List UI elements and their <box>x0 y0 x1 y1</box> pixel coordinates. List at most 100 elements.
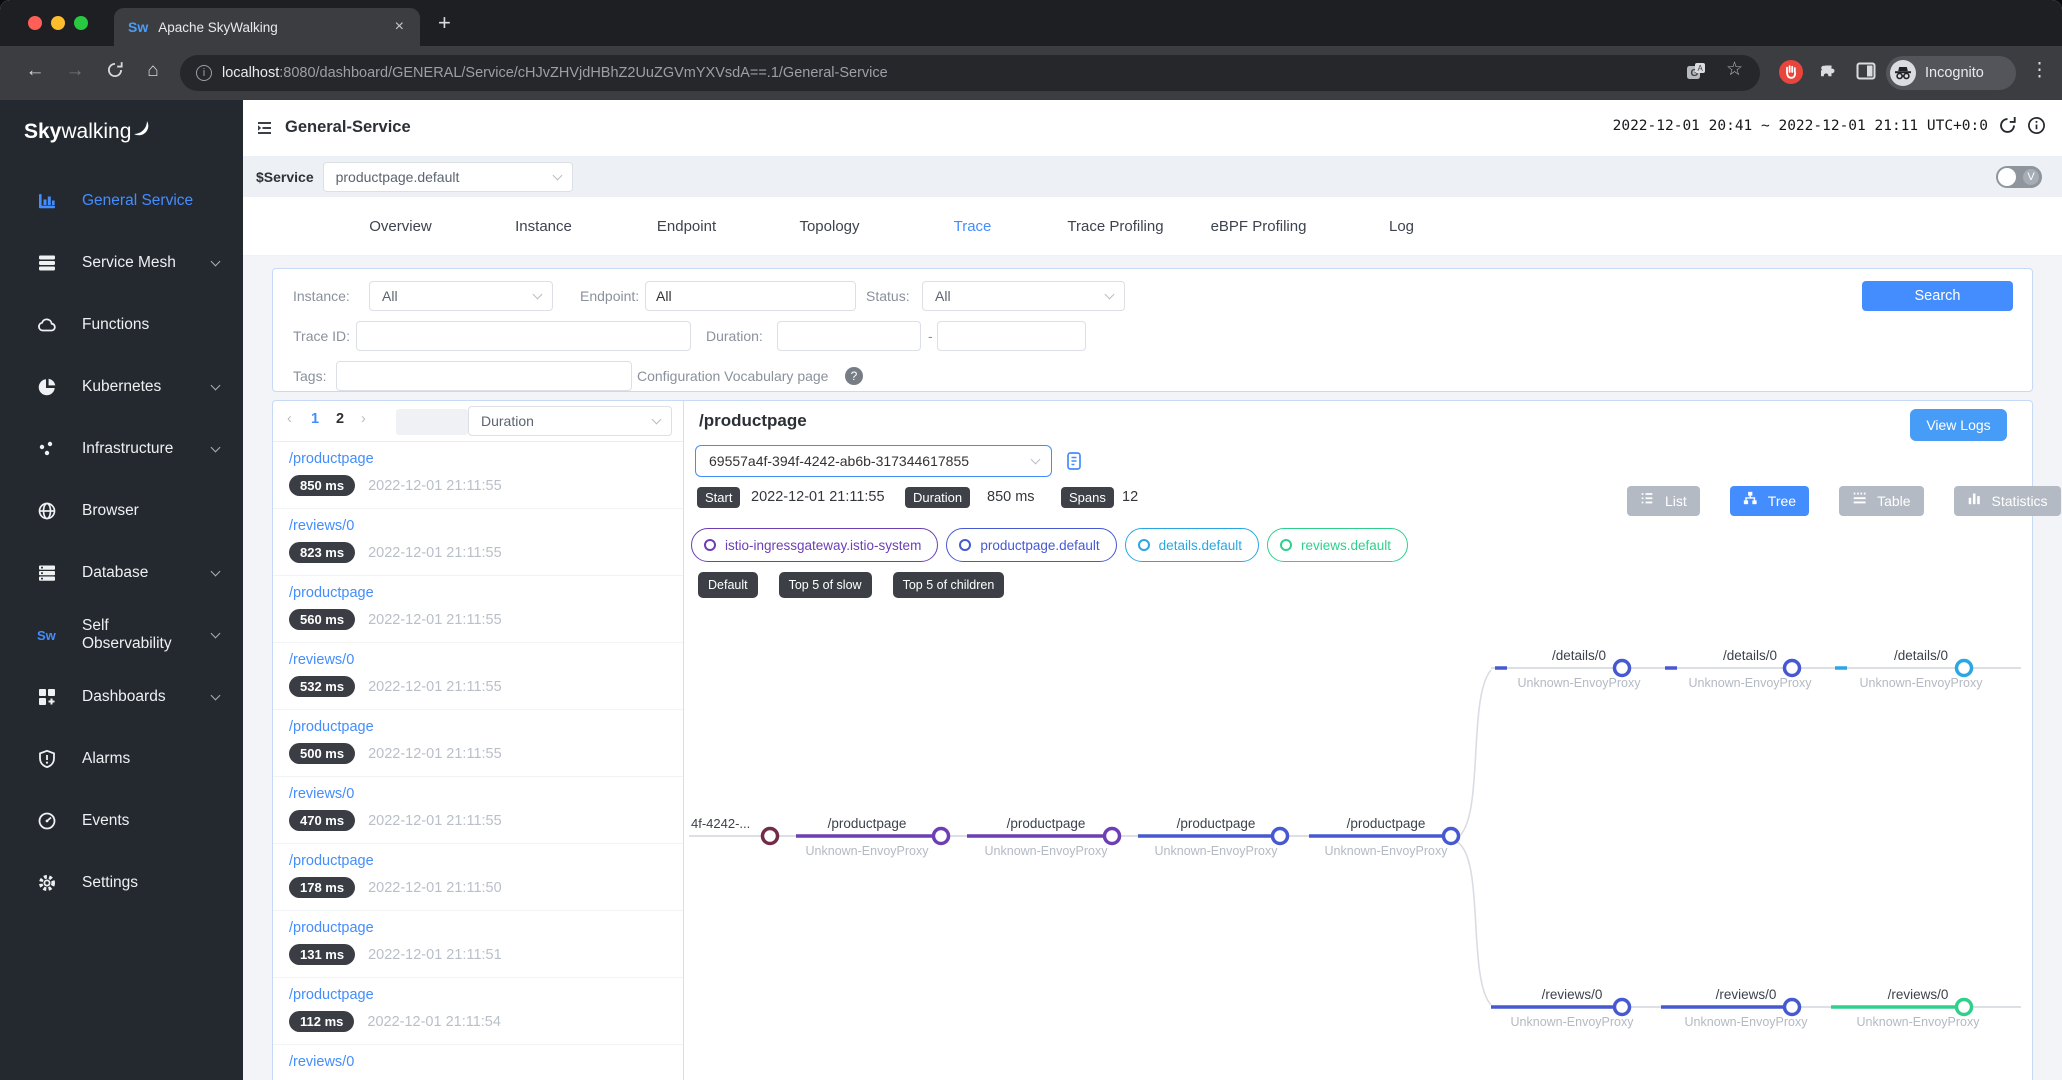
trace-list-item[interactable]: /productpage850 ms2022-12-01 21:11:55 <box>273 442 683 509</box>
adblock-extension-icon[interactable] <box>1778 59 1804 90</box>
trace-endpoint-link[interactable]: /reviews/0 <box>289 1054 669 1070</box>
site-info-icon[interactable]: i <box>196 65 212 81</box>
span-node[interactable] <box>1444 829 1459 844</box>
trace-endpoint-link[interactable]: /reviews/0 <box>289 518 669 534</box>
tree-filter-top-5-of-slow[interactable]: Top 5 of slow <box>779 572 872 598</box>
tab-topology[interactable]: Topology <box>758 218 901 235</box>
span-node[interactable] <box>1105 829 1120 844</box>
trace-endpoint-link[interactable]: /productpage <box>289 719 669 735</box>
trace-list-item[interactable]: /productpage178 ms2022-12-01 21:11:50 <box>273 844 683 911</box>
trace-list-item[interactable]: /productpage500 ms2022-12-01 21:11:55 <box>273 710 683 777</box>
tab-log[interactable]: Log <box>1330 218 1473 235</box>
service-chip-productpage[interactable]: productpage.default <box>946 528 1116 562</box>
sidebar-item-kubernetes[interactable]: Kubernetes <box>0 356 243 418</box>
page-size-box[interactable] <box>396 409 468 435</box>
skywalking-logo[interactable]: Skywalking <box>0 100 243 144</box>
span-node[interactable] <box>1785 1000 1800 1015</box>
close-tab-icon[interactable]: × <box>393 18 406 36</box>
extensions-puzzle-icon[interactable] <box>1816 60 1838 87</box>
tab-trace[interactable]: Trace <box>901 218 1044 235</box>
trace-list-item[interactable]: /reviews/0532 ms2022-12-01 21:11:55 <box>273 643 683 710</box>
maximize-window-button[interactable] <box>74 16 88 30</box>
sidebar-item-dashboards[interactable]: Dashboards <box>0 666 243 728</box>
tab-ebpf-profiling[interactable]: eBPF Profiling <box>1187 218 1330 235</box>
home-icon[interactable]: ⌂ <box>140 60 166 82</box>
minimize-window-button[interactable] <box>51 16 65 30</box>
bookmark-star-icon[interactable]: ☆ <box>1726 58 1743 81</box>
sidebar-item-events[interactable]: Events <box>0 790 243 852</box>
trace-endpoint-link[interactable]: /productpage <box>289 987 669 1003</box>
trace-list-item[interactable]: /reviews/0 <box>273 1045 683 1080</box>
trace-endpoint-link[interactable]: /productpage <box>289 451 669 467</box>
trace-id-input[interactable] <box>356 321 691 351</box>
trace-endpoint-link[interactable]: /reviews/0 <box>289 786 669 802</box>
duration-from-input[interactable] <box>777 321 921 351</box>
trace-endpoint-link[interactable]: /reviews/0 <box>289 652 669 668</box>
translate-icon[interactable]: GA <box>1686 62 1706 87</box>
sidebar-item-database[interactable]: Database <box>0 542 243 604</box>
trace-id-select[interactable]: 69557a4f-394f-4242-ab6b-317344617855 <box>695 445 1052 477</box>
tab-endpoint[interactable]: Endpoint <box>615 218 758 235</box>
tree-filter-top-5-of-children[interactable]: Top 5 of children <box>893 572 1005 598</box>
view-mode-list[interactable]: List <box>1627 486 1700 516</box>
copy-trace-id-icon[interactable] <box>1064 451 1084 476</box>
collapse-sidebar-icon[interactable] <box>254 118 274 143</box>
span-node[interactable] <box>1785 661 1800 676</box>
trace-endpoint-link[interactable]: /productpage <box>289 920 669 936</box>
service-select[interactable]: productpage.default <box>323 162 573 192</box>
tab-instance[interactable]: Instance <box>472 218 615 235</box>
sidebar-item-general-service[interactable]: General Service <box>0 170 243 232</box>
span-node[interactable] <box>1957 1000 1972 1015</box>
page-button-2[interactable]: 2 <box>336 411 344 427</box>
trace-list-item[interactable]: /productpage131 ms2022-12-01 21:11:51 <box>273 911 683 978</box>
sidebar-item-functions[interactable]: Functions <box>0 294 243 356</box>
sidebar-item-settings[interactable]: Settings <box>0 852 243 914</box>
service-chip-istio-ingressgateway[interactable]: istio-ingressgateway.istio-system <box>691 528 938 562</box>
browser-menu-icon[interactable]: ⋮ <box>2030 59 2049 82</box>
search-button[interactable]: Search <box>1862 281 2013 311</box>
sidebar-item-service-mesh[interactable]: Service Mesh <box>0 232 243 294</box>
refresh-icon[interactable] <box>1998 116 2017 135</box>
span-node[interactable] <box>1957 661 1972 676</box>
sort-select[interactable]: Duration <box>468 406 672 436</box>
tab-overview[interactable]: Overview <box>329 218 472 235</box>
browser-tab[interactable]: Sw Apache SkyWalking × <box>114 8 420 46</box>
duration-to-input[interactable] <box>937 321 1086 351</box>
version-toggle[interactable]: V <box>1996 166 2042 188</box>
view-logs-button[interactable]: View Logs <box>1910 409 2007 441</box>
close-window-button[interactable] <box>28 16 42 30</box>
view-mode-tree[interactable]: Tree <box>1730 486 1809 516</box>
service-chip-details[interactable]: details.default <box>1125 528 1259 562</box>
view-mode-statistics[interactable]: Statistics <box>1954 486 2061 516</box>
trace-list-item[interactable]: /productpage560 ms2022-12-01 21:11:55 <box>273 576 683 643</box>
sidebar-item-browser[interactable]: Browser <box>0 480 243 542</box>
back-icon[interactable]: ← <box>22 60 48 82</box>
status-select[interactable]: All <box>922 281 1125 311</box>
span-node[interactable] <box>1615 1000 1630 1015</box>
view-mode-table[interactable]: Table <box>1839 486 1923 516</box>
reload-icon[interactable] <box>102 61 128 85</box>
sidebar-item-alarms[interactable]: Alarms <box>0 728 243 790</box>
trace-list-item[interactable]: /productpage112 ms2022-12-01 21:11:54 <box>273 978 683 1045</box>
trace-list-item[interactable]: /reviews/0470 ms2022-12-01 21:11:55 <box>273 777 683 844</box>
endpoint-input[interactable] <box>645 281 856 311</box>
forward-icon[interactable]: → <box>62 60 88 82</box>
span-node[interactable] <box>934 829 949 844</box>
instance-select[interactable]: All <box>369 281 553 311</box>
info-icon[interactable] <box>2027 116 2046 135</box>
prev-page-icon[interactable]: ‹ <box>287 411 292 427</box>
page-button-1[interactable]: 1 <box>311 411 319 427</box>
help-icon[interactable]: ? <box>845 367 863 385</box>
side-panel-icon[interactable] <box>1856 61 1876 86</box>
service-chip-reviews[interactable]: reviews.default <box>1267 528 1408 562</box>
tree-filter-default[interactable]: Default <box>698 572 758 598</box>
next-page-icon[interactable]: › <box>361 411 366 427</box>
url-bar[interactable]: i localhost:8080/dashboard/GENERAL/Servi… <box>180 55 1760 91</box>
tab-trace-profiling[interactable]: Trace Profiling <box>1044 218 1187 235</box>
span-node[interactable] <box>1273 829 1288 844</box>
sidebar-item-self-observability[interactable]: SwSelf Observability <box>0 604 243 666</box>
new-tab-button[interactable]: + <box>438 10 451 36</box>
vocabulary-link[interactable]: Configuration Vocabulary page <box>637 368 828 384</box>
trace-endpoint-link[interactable]: /productpage <box>289 853 669 869</box>
span-node[interactable] <box>763 829 778 844</box>
